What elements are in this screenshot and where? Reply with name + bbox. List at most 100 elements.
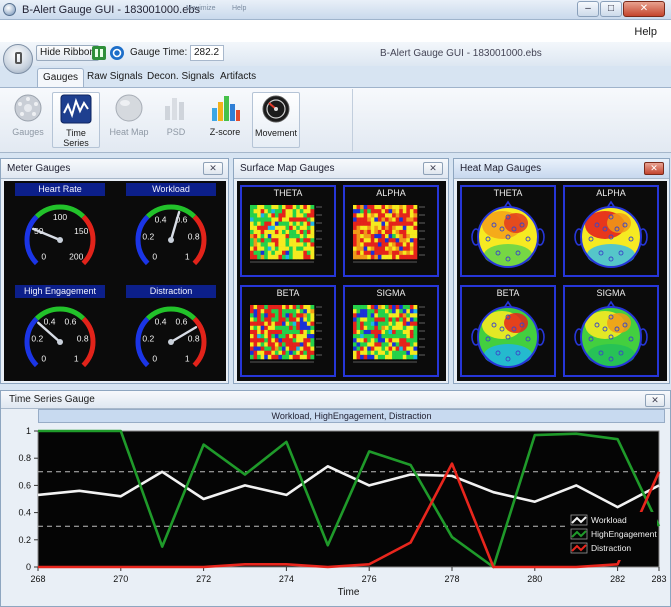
surface-map-cell <box>274 229 279 235</box>
surface-map-cell <box>310 346 315 351</box>
surface-map-cell <box>278 250 283 256</box>
surface-map-cell <box>409 217 414 222</box>
surface-map-cell <box>274 313 279 318</box>
surface-map-cell <box>356 250 361 256</box>
surface-map-cell <box>356 325 361 331</box>
maximize-button[interactable]: □ <box>600 1 622 17</box>
surface-map-cell <box>299 325 304 331</box>
surface-map-cell <box>296 346 301 351</box>
movement-button[interactable]: Movement <box>252 92 300 148</box>
surface-map-cell <box>388 209 393 214</box>
surface-map-cell <box>299 217 304 222</box>
minimize-button[interactable]: – <box>577 1 599 17</box>
surface-map-cell <box>264 242 269 247</box>
surface-map-cell <box>402 305 407 310</box>
surface-map-cell <box>367 309 372 314</box>
surface-map-cell <box>381 350 386 356</box>
tab-decon-signals[interactable]: Decon. Signals <box>142 68 219 88</box>
time-series-button[interactable]: Time Series <box>52 92 100 148</box>
surface-map-cell <box>363 209 368 214</box>
surface-map-cell <box>381 229 386 235</box>
refresh-icon[interactable] <box>110 46 124 60</box>
surface-map-cell <box>363 229 368 235</box>
tab-gauges[interactable]: Gauges <box>37 68 85 88</box>
surface-map-cell <box>303 254 308 260</box>
surface-map-beta: BETA <box>240 285 336 377</box>
surface-map-cell <box>402 354 407 360</box>
tab-artifacts[interactable]: Artifacts <box>215 68 261 88</box>
surface-map-cell <box>303 354 308 360</box>
surface-map-cell <box>289 305 293 310</box>
surface-map-cell <box>392 346 396 351</box>
legend-label: Workload <box>591 515 627 525</box>
surface-map-cell <box>377 234 382 239</box>
pause-icon[interactable] <box>92 46 106 60</box>
panel-close-button[interactable]: ✕ <box>203 162 223 175</box>
surface-map-cell <box>257 205 261 210</box>
surface-map-cell <box>413 221 418 227</box>
hide-ribbon-button[interactable]: Hide Ribbon <box>36 45 100 61</box>
heat-map-head <box>471 300 545 368</box>
surface-map-cell <box>360 338 364 343</box>
surface-map-cell <box>278 229 283 235</box>
surface-map-cell <box>296 329 301 335</box>
surface-map-cell <box>310 234 315 239</box>
surface-map-cell <box>306 242 311 247</box>
surface-map-cell <box>289 213 293 218</box>
gauge-tick-label: 0.4 <box>44 317 56 327</box>
surface-map-cell <box>299 205 304 210</box>
surface-map-cell <box>282 238 286 243</box>
surface-map-cell <box>374 225 379 231</box>
close-button[interactable]: ✕ <box>623 1 665 17</box>
tab-raw-signals[interactable]: Raw Signals <box>82 68 148 88</box>
surface-map-cell <box>381 213 386 218</box>
surface-map-cell <box>278 205 283 210</box>
surface-map-cell <box>250 346 254 351</box>
surface-map-cell <box>257 305 261 310</box>
surface-map-cell <box>267 246 272 251</box>
surface-map-cell <box>303 246 308 251</box>
surface-map-cell <box>253 221 258 227</box>
surface-map-cell <box>381 313 386 318</box>
x-tick-label: 274 <box>279 574 294 584</box>
application-menu-button[interactable] <box>3 44 33 74</box>
surface-map-cell <box>289 238 293 243</box>
surface-map-cell <box>353 305 357 310</box>
surface-map-cell <box>267 234 272 239</box>
surface-map-cell <box>282 325 286 331</box>
surface-map-cell <box>264 254 269 260</box>
surface-map-cell <box>363 242 368 247</box>
panel-close-button[interactable]: ✕ <box>644 162 664 175</box>
gauge-time-field[interactable]: 282.2 <box>190 45 224 61</box>
surface-map-cell <box>374 325 379 331</box>
heat-map-button[interactable]: Heat Map <box>105 92 153 148</box>
surface-map-cell <box>306 313 311 318</box>
panel-close-button[interactable]: ✕ <box>645 394 665 407</box>
surface-map-cell <box>310 242 315 247</box>
surface-map-cell <box>392 313 396 318</box>
surface-map-cell <box>274 350 279 356</box>
psd-button[interactable]: PSD <box>152 92 200 148</box>
surface-map-cell <box>296 342 301 347</box>
y-tick-label: 0.6 <box>18 480 31 490</box>
surface-map-cell <box>260 246 265 251</box>
surface-map-area: THETA ALPHA BETA SIGMA <box>237 181 446 381</box>
surface-map-cell <box>292 313 297 318</box>
surface-map-cell <box>257 350 261 356</box>
gauges-button[interactable]: Gauges <box>4 92 52 148</box>
help-menu[interactable]: Help <box>634 26 657 38</box>
panel-close-button[interactable]: ✕ <box>423 162 443 175</box>
surface-map-cell <box>310 313 315 318</box>
surface-map-cell <box>306 338 311 343</box>
surface-map-cell <box>264 325 269 331</box>
surface-map-cell <box>360 217 364 222</box>
z-score-button[interactable]: Z-score <box>201 92 249 148</box>
surface-map-cell <box>282 317 286 322</box>
surface-map-cell <box>399 350 404 356</box>
surface-map-cell <box>399 238 404 243</box>
surface-map-cell <box>253 213 258 218</box>
surface-map-cell <box>253 225 258 231</box>
surface-map-cell <box>274 254 279 260</box>
surface-map-cell <box>367 246 372 251</box>
surface-map-cell <box>360 313 364 318</box>
